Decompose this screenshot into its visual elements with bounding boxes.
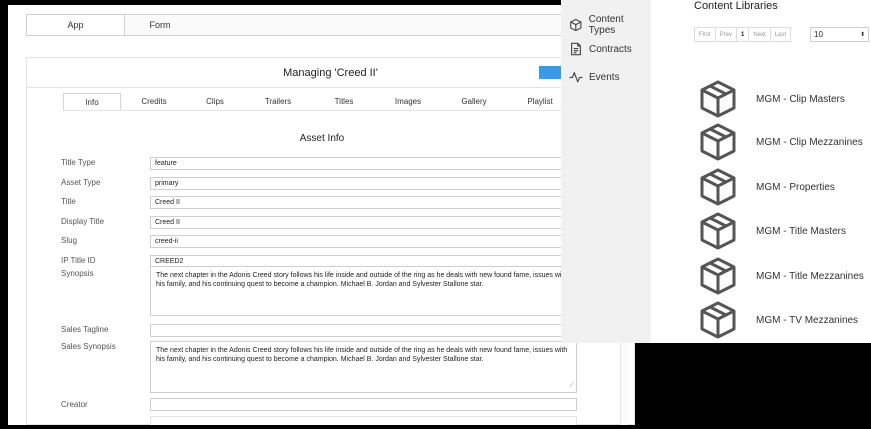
package-icon	[700, 212, 736, 250]
activity-icon	[569, 72, 583, 83]
asset-sub-tabs: Info Credits Clips Trailers Titles Image…	[63, 93, 583, 111]
side-item-label: Content Types	[588, 14, 624, 36]
asset-type-label: Asset Type	[61, 178, 101, 187]
title-label: Title	[61, 197, 76, 206]
library-item-label: MGM - Clip Masters	[756, 93, 845, 105]
tab-info[interactable]: Info	[63, 93, 121, 110]
managing-card: Managing 'Creed II' Info Credits Clips T…	[26, 57, 635, 425]
library-item[interactable]: MGM - Title Masters	[698, 211, 846, 251]
tab-trailers[interactable]: Trailers	[243, 93, 313, 110]
section-title: Asset Info	[299, 133, 345, 144]
document-icon	[571, 42, 581, 56]
title-field[interactable]: Creed II	[150, 196, 577, 209]
library-item[interactable]: MGM - Clip Mezzanines	[698, 122, 863, 162]
library-item[interactable]: MGM - Title Mezzanines	[698, 256, 864, 296]
synopsis-text: The next chapter in the Adonis Creed sto…	[156, 272, 568, 288]
pagination: First Prev 1 Next Last	[694, 27, 792, 42]
package-icon	[700, 123, 736, 161]
title-type-label: Title Type	[61, 158, 96, 167]
pager-first-button[interactable]: First	[695, 28, 716, 41]
library-item-label: MGM - Properties	[756, 181, 835, 193]
sales-tagline-label: Sales Tagline	[61, 325, 109, 334]
side-item-label: Contracts	[589, 43, 632, 55]
pager-last-button[interactable]: Last	[771, 28, 790, 41]
library-item[interactable]: MGM - TV Mezzanines	[698, 300, 858, 340]
library-item-label: MGM - Clip Mezzanines	[756, 136, 863, 148]
side-item-events[interactable]: Events	[569, 70, 620, 84]
tab-clips[interactable]: Clips	[187, 93, 243, 110]
synopsis-textarea[interactable]: The next chapter in the Adonis Creed sto…	[150, 266, 577, 316]
tab-credits[interactable]: Credits	[121, 93, 187, 110]
tab-form[interactable]: Form	[125, 15, 195, 35]
updown-caret-icon: ⬍	[859, 32, 865, 38]
resize-grip-icon[interactable]: ⟋	[569, 381, 574, 390]
page-title: Content Libraries	[694, 0, 778, 12]
slug-field[interactable]: creed-ii	[150, 235, 577, 248]
tab-titles[interactable]: Titles	[313, 93, 375, 110]
creator-label: Creator	[61, 400, 88, 409]
sales-tagline-field[interactable]	[150, 324, 577, 337]
cube-icon	[570, 18, 582, 32]
library-item-label: MGM - TV Mezzanines	[756, 314, 859, 326]
creator-field[interactable]	[150, 398, 577, 411]
ip-title-id-label: IP Title ID	[61, 256, 96, 265]
asset-form-window: App Form Managing 'Creed II' Info Credit…	[8, 5, 635, 425]
pager-prev-button[interactable]: Prev	[716, 28, 738, 41]
pager-next-button[interactable]: Next	[749, 28, 771, 41]
sales-synopsis-textarea[interactable]: The next chapter in the Adonis Creed sto…	[150, 341, 577, 393]
next-field-partial[interactable]	[150, 416, 577, 425]
page-size-select[interactable]: 10 ⬍	[810, 27, 869, 42]
side-item-content-types[interactable]: Content Types	[569, 14, 651, 36]
slug-label: Slug	[61, 236, 78, 245]
library-item[interactable]: MGM - Clip Masters	[698, 79, 845, 119]
title-type-select[interactable]: feature	[150, 157, 577, 170]
display-title-label: Display Title	[61, 217, 105, 226]
side-menu: Content Types Contracts Events	[561, 0, 651, 343]
library-item-label: MGM - Title Mezzanines	[756, 270, 864, 282]
package-icon	[700, 257, 736, 295]
package-icon	[700, 301, 736, 339]
library-item-label: MGM - Title Masters	[756, 225, 847, 237]
asset-type-select[interactable]: primary	[150, 177, 577, 190]
package-icon	[700, 168, 736, 206]
synopsis-label: Synopsis	[61, 269, 94, 278]
sales-synopsis-label: Sales Synopsis	[61, 342, 116, 351]
pager-current-page[interactable]: 1	[737, 28, 750, 41]
side-item-contracts[interactable]: Contracts	[569, 42, 632, 56]
tab-app[interactable]: App	[27, 15, 125, 35]
library-item[interactable]: MGM - Properties	[698, 167, 835, 207]
display-title-field[interactable]: Creed II	[150, 216, 577, 229]
side-item-label: Events	[589, 71, 620, 83]
tab-gallery[interactable]: Gallery	[441, 93, 507, 110]
tab-images[interactable]: Images	[375, 93, 441, 110]
page-size-value: 10	[814, 30, 823, 39]
sales-synopsis-text: The next chapter in the Adonis Creed sto…	[156, 347, 568, 363]
top-tab-bar: App Form	[26, 14, 586, 36]
package-icon	[700, 80, 736, 118]
content-libraries-panel: Content Libraries First Prev 1 Next Last…	[651, 0, 871, 343]
